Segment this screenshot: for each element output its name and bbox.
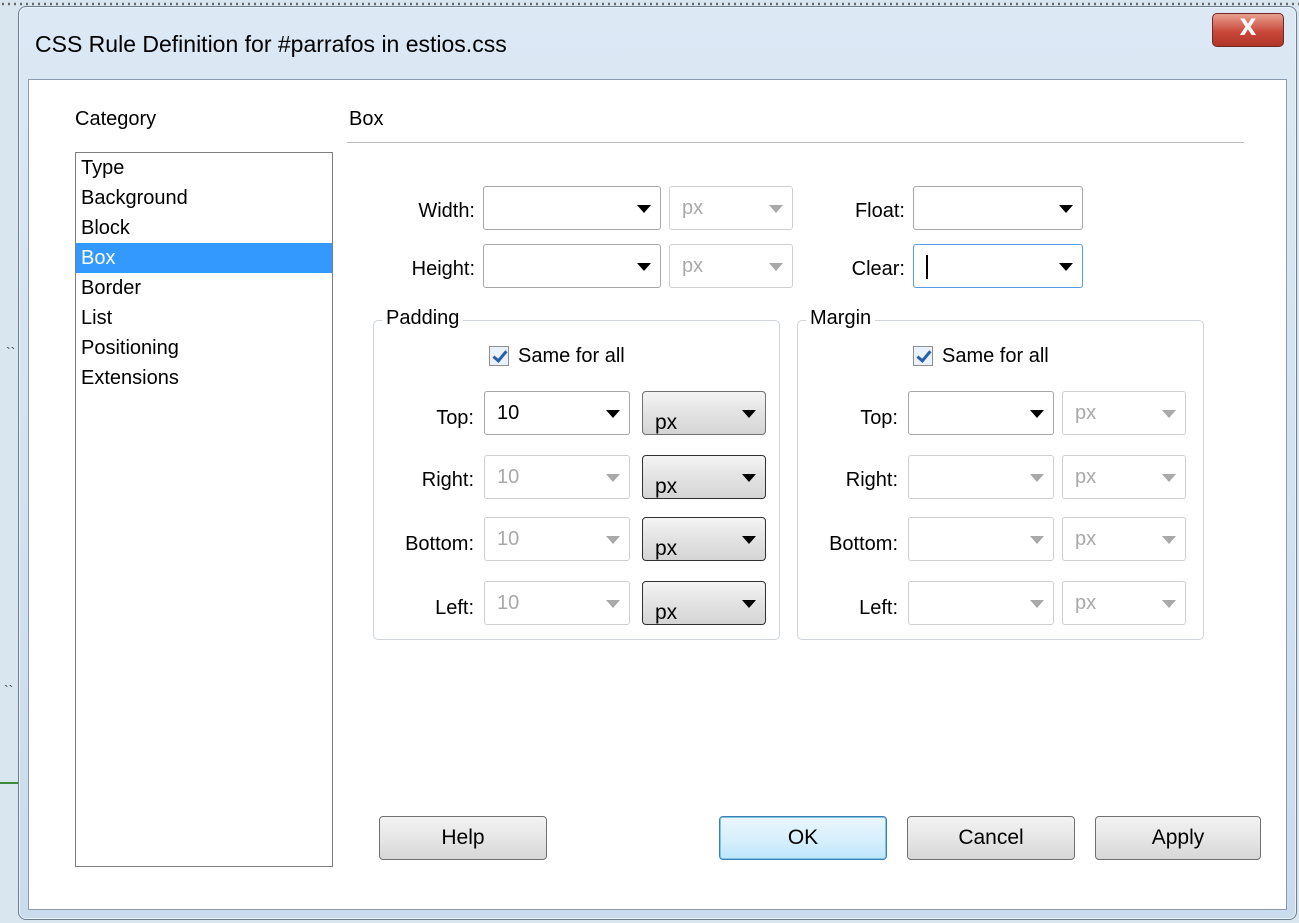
css-rule-dialog: CSS Rule Definition for #parrafos in est… <box>18 6 1297 920</box>
padding-top-label: Top: <box>436 407 474 429</box>
category-item-list[interactable]: List <box>76 303 332 333</box>
dialog-content: Category Type Background Block Box Border Lis… <box>28 79 1287 910</box>
chevron-down-icon <box>1030 536 1044 544</box>
desktop-marker: `` <box>4 682 14 698</box>
margin-right-combo[interactable] <box>908 455 1054 499</box>
padding-same-for-all-checkbox[interactable] <box>489 346 509 366</box>
category-list[interactable]: Type Background Block Box Border List Position… <box>75 152 333 867</box>
chevron-down-icon <box>1030 600 1044 608</box>
category-item-box[interactable]: Box <box>76 243 332 273</box>
margin-top-label: Top: <box>860 407 898 429</box>
dialog-title: CSS Rule Definition for #parrafos in est… <box>35 31 507 57</box>
float-select[interactable] <box>913 186 1083 230</box>
category-item-background[interactable]: Background <box>76 183 332 213</box>
padding-top-combo[interactable]: 10 <box>484 391 630 435</box>
height-label: Height: <box>411 258 475 280</box>
chevron-down-icon <box>1162 536 1176 544</box>
padding-same-for-all-label: Same for all <box>518 345 625 367</box>
margin-right-label: Right: <box>845 469 898 491</box>
padding-right-label: Right: <box>421 469 474 491</box>
margin-top-combo[interactable] <box>908 391 1054 435</box>
height-value-combo[interactable] <box>483 244 661 288</box>
margin-bottom-combo[interactable] <box>908 517 1054 561</box>
category-label: Category <box>75 108 157 130</box>
margin-group-title: Margin <box>806 307 876 330</box>
chevron-down-icon <box>637 263 651 271</box>
width-unit-select[interactable]: px <box>669 186 793 230</box>
chevron-down-icon <box>742 600 756 608</box>
padding-bottom-combo[interactable]: 10 <box>484 517 630 561</box>
padding-left-unit-select[interactable]: px <box>642 581 766 625</box>
chevron-down-icon <box>769 263 783 271</box>
padding-right-combo[interactable]: 10 <box>484 455 630 499</box>
margin-bottom-unit-select[interactable]: px <box>1062 517 1186 561</box>
cancel-button[interactable]: Cancel <box>907 816 1075 860</box>
ok-button[interactable]: OK <box>719 816 887 860</box>
width-value-combo[interactable] <box>483 186 661 230</box>
margin-top-unit-select[interactable]: px <box>1062 391 1186 435</box>
chevron-down-icon <box>637 205 651 213</box>
margin-same-for-all-checkbox[interactable] <box>913 346 933 366</box>
margin-left-label: Left: <box>859 597 898 619</box>
category-item-extensions[interactable]: Extensions <box>76 363 332 393</box>
chevron-down-icon <box>1059 263 1073 271</box>
chevron-down-icon <box>606 410 620 418</box>
width-label: Width: <box>418 200 475 222</box>
title-bar[interactable]: CSS Rule Definition for #parrafos in est… <box>19 7 1296 77</box>
chevron-down-icon <box>1059 205 1073 213</box>
category-item-block[interactable]: Block <box>76 213 332 243</box>
category-item-positioning[interactable]: Positioning <box>76 333 332 363</box>
chevron-down-icon <box>1030 410 1044 418</box>
padding-bottom-label: Bottom: <box>405 533 474 555</box>
margin-left-unit-select[interactable]: px <box>1062 581 1186 625</box>
chevron-down-icon <box>1162 474 1176 482</box>
padding-group: Padding Same for all Top: 10 px Right: 1… <box>373 307 780 640</box>
margin-bottom-label: Bottom: <box>829 533 898 555</box>
chevron-down-icon <box>742 410 756 418</box>
chevron-down-icon <box>769 205 783 213</box>
chevron-down-icon <box>742 474 756 482</box>
padding-left-label: Left: <box>435 597 474 619</box>
chevron-down-icon <box>1162 600 1176 608</box>
margin-same-for-all-label: Same for all <box>942 345 1049 367</box>
section-divider <box>347 142 1244 143</box>
padding-group-title: Padding <box>382 307 464 330</box>
desktop-green-line <box>0 782 20 784</box>
padding-bottom-unit-select[interactable]: px <box>642 517 766 561</box>
apply-button[interactable]: Apply <box>1095 816 1261 860</box>
chevron-down-icon <box>606 536 620 544</box>
category-item-type[interactable]: Type <box>76 153 332 183</box>
close-button[interactable]: X <box>1212 13 1284 47</box>
clear-label: Clear: <box>851 258 905 280</box>
margin-right-unit-select[interactable]: px <box>1062 455 1186 499</box>
chevron-down-icon <box>742 536 756 544</box>
float-label: Float: <box>854 200 905 222</box>
margin-group: Margin Same for all Top: px Right: px Bo… <box>797 307 1204 640</box>
text-cursor <box>926 255 928 279</box>
help-button[interactable]: Help <box>379 816 547 860</box>
chevron-down-icon <box>606 474 620 482</box>
desktop-marker: `` <box>6 344 16 360</box>
height-unit-select[interactable]: px <box>669 244 793 288</box>
category-item-border[interactable]: Border <box>76 273 332 303</box>
chevron-down-icon <box>606 600 620 608</box>
padding-left-combo[interactable]: 10 <box>484 581 630 625</box>
padding-top-unit-select[interactable]: px <box>642 391 766 435</box>
padding-right-unit-select[interactable]: px <box>642 455 766 499</box>
section-title: Box <box>349 108 384 130</box>
chevron-down-icon <box>1162 410 1176 418</box>
chevron-down-icon <box>1030 474 1044 482</box>
close-icon: X <box>1239 16 1257 41</box>
margin-left-combo[interactable] <box>908 581 1054 625</box>
clear-select[interactable] <box>913 244 1083 288</box>
